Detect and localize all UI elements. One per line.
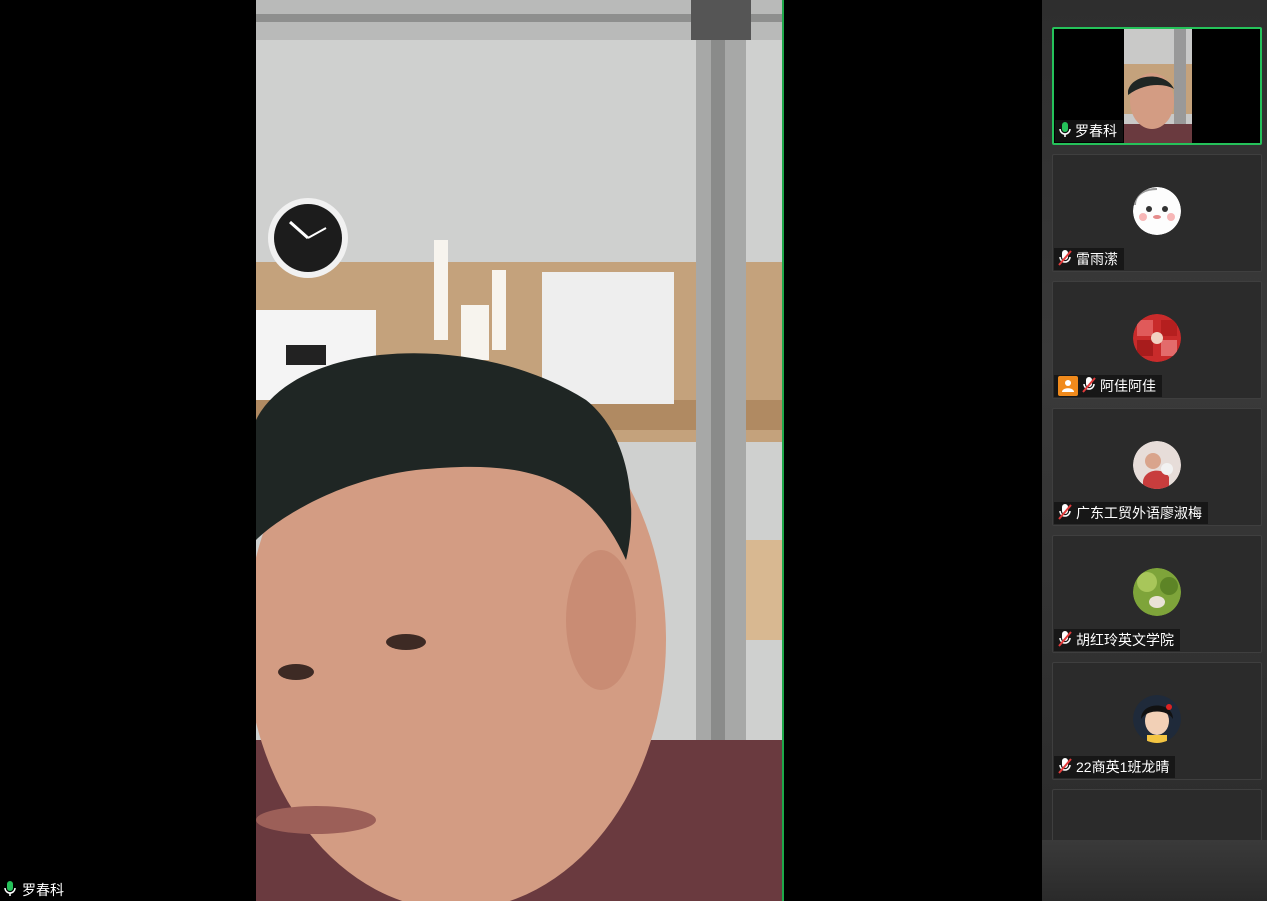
participant-tile-3[interactable]: 广东工贸外语廖淑梅 [1052,408,1262,526]
mic-muted-icon [1058,249,1072,269]
participant-tile-0[interactable]: 罗春科 [1052,27,1262,145]
host-person-icon [1058,376,1078,396]
mic-muted-icon [1058,757,1072,777]
participant-name-bar: 雷雨潆 [1054,248,1124,270]
participant-name-bar: 阿佳阿佳 [1054,375,1162,397]
participant-video [1124,29,1192,143]
mic-muted-icon [1082,376,1096,396]
participant-name: 胡红玲英文学院 [1076,632,1174,648]
participant-tile-6[interactable] [1052,789,1262,840]
sidebar-footer [1042,840,1267,901]
active-speaker-border [782,0,784,901]
participant-name-bar: 广东工贸外语廖淑梅 [1054,502,1208,524]
participant-gallery-sidebar[interactable]: 罗春科 雷雨潆 阿佳阿佳 广东工贸外语廖淑梅 胡红玲英文学院 22商英1班龙晴 [1042,0,1267,901]
participant-tile-1[interactable]: 雷雨潆 [1052,154,1262,272]
participant-tile-2[interactable]: 阿佳阿佳 [1052,281,1262,399]
speaker-video[interactable] [256,0,784,901]
avatar [1133,187,1181,235]
participant-tile-list[interactable]: 罗春科 雷雨潆 阿佳阿佳 广东工贸外语廖淑梅 胡红玲英文学院 22商英1班龙晴 [1052,27,1264,840]
avatar [1133,695,1181,743]
main-stage[interactable]: 罗春科 [0,0,1042,901]
mic-icon [4,880,16,900]
participant-name-bar: 胡红玲英文学院 [1054,629,1180,651]
avatar [1133,314,1181,362]
participant-name: 罗春科 [1075,123,1117,139]
participant-name: 阿佳阿佳 [1100,378,1156,394]
participant-name: 22商英1班龙晴 [1076,759,1170,775]
participant-name: 广东工贸外语廖淑梅 [1076,505,1202,521]
speaker-name-label: 罗春科 [4,880,64,900]
participant-tile-5[interactable]: 22商英1班龙晴 [1052,662,1262,780]
participant-name: 雷雨潆 [1076,251,1118,267]
speaker-video-frame [256,0,784,901]
avatar [1133,441,1181,489]
mic-muted-icon [1058,503,1072,523]
participant-name-bar: 罗春科 [1055,120,1123,142]
participant-name-bar: 22商英1班龙晴 [1054,756,1176,778]
mic-muted-icon [1058,630,1072,650]
mic-icon [1059,121,1071,141]
participant-tile-4[interactable]: 胡红玲英文学院 [1052,535,1262,653]
speaker-name: 罗春科 [22,882,64,898]
avatar [1133,568,1181,616]
